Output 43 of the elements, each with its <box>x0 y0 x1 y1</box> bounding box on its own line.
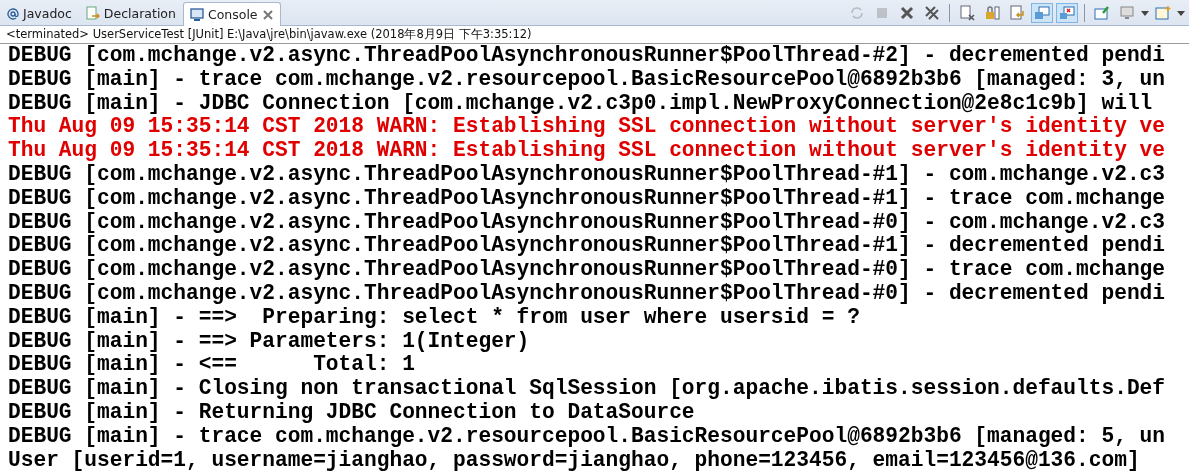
new-window-icon <box>1155 5 1171 21</box>
view-tab[interactable]: Javadoc <box>0 1 79 25</box>
console-line: DEBUG [com.mchange.v2.async.ThreadPoolAsynchronousRunner$PoolThread-#1] - com.mchange.v2.c3 <box>8 163 1166 187</box>
console-line: DEBUG [com.mchange.v2.async.ThreadPoolAsynchronousRunner$PoolThread-#1] - decremented pendi <box>8 234 1166 259</box>
stop-icon <box>874 5 890 21</box>
console-line: DEBUG [com.mchange.v2.async.ThreadPoolAsynchronousRunner$PoolThread-#0] - decremented pendi <box>8 281 1166 306</box>
view-tab[interactable]: Console <box>182 2 281 26</box>
tab-label: Declaration <box>103 6 176 21</box>
close-icon[interactable] <box>261 8 274 21</box>
console-line: DEBUG [com.mchange.v2.async.ThreadPoolAsynchronousRunner$PoolThread-#2] - decremented pendi <box>8 44 1166 68</box>
monitor-error-icon <box>1059 5 1075 21</box>
console-line: DEBUG [main] - trace com.mchange.v2.resourcepool.BasicResourcePool@6892b3b6 [managed: 5, un <box>8 424 1166 449</box>
console-line: DEBUG [main] - Returning JDBC Connection to DataSource <box>8 400 695 425</box>
toolbar-button[interactable] <box>1056 3 1078 23</box>
console-line: DEBUG [main] - ==> Parameters: 1(Integer) <box>8 329 530 354</box>
dropdown-caret-icon[interactable] <box>1177 10 1185 16</box>
sync-icon <box>849 5 865 21</box>
toolbar-button[interactable] <box>1031 3 1053 23</box>
console-line: DEBUG [com.mchange.v2.async.ThreadPoolAsynchronousRunner$PoolThread-#0] - com.mchange.v2.c3 <box>8 210 1166 235</box>
console-line: User [userid=1, username=jianghao, password=jianghao, phone=123456, email=123456@136.com] <box>8 448 1140 473</box>
console-line: Thu Aug 09 15:35:14 CST 2018 WARN: Establishing SSL connection without server's identity ve <box>8 115 1166 140</box>
console-line: DEBUG [main] - JDBC Connection [com.mchange.v2.c3p0.impl.NewProxyConnection@2e8c1c9b] will <box>8 91 1153 116</box>
document-x-icon <box>959 5 975 21</box>
console-line: DEBUG [main] - trace com.mchange.v2.resourcepool.BasicResourcePool@6892b3b6 [managed: 3, un <box>8 67 1166 92</box>
double-x-icon <box>924 5 940 21</box>
monitor-icon <box>1034 5 1050 21</box>
monitor-icon <box>1119 5 1135 21</box>
pin-window-icon <box>1094 5 1110 21</box>
console-line: DEBUG [main] - Closing non transactional SqlSession [org.apache.ibatis.session.defaults.Def <box>8 377 1166 401</box>
monitor-icon <box>189 7 204 22</box>
lock-icon <box>984 5 1000 21</box>
console-line: DEBUG [main] - ==> Preparing: select * from user where usersid = ? <box>8 305 861 330</box>
console-line: Thu Aug 09 15:35:14 CST 2018 WARN: Establishing SSL connection without server's identity ve <box>8 139 1166 163</box>
tab-label: Javadoc <box>23 6 72 21</box>
tab-label: Console <box>207 7 258 22</box>
at-sign-icon <box>7 7 19 20</box>
console-line: DEBUG [com.mchange.v2.async.ThreadPoolAsynchronousRunner$PoolThread-#1] - trace com.mchange <box>8 186 1166 211</box>
dropdown-caret-icon[interactable] <box>1141 10 1149 16</box>
view-tab[interactable]: Declaration <box>78 1 183 25</box>
process-status: <terminated> UserServiceTest [JUnit] E:\Java\jre\bin\javaw.exe (2018年8月9日 下午3:35:12) <box>0 26 1189 44</box>
console-line: DEBUG [com.mchange.v2.async.ThreadPoolAsynchronousRunner$PoolThread-#0] - trace com.mchange <box>8 258 1166 282</box>
console-line: DEBUG [main] - <== Total: 1 <box>8 353 415 378</box>
close-icon <box>899 5 915 21</box>
